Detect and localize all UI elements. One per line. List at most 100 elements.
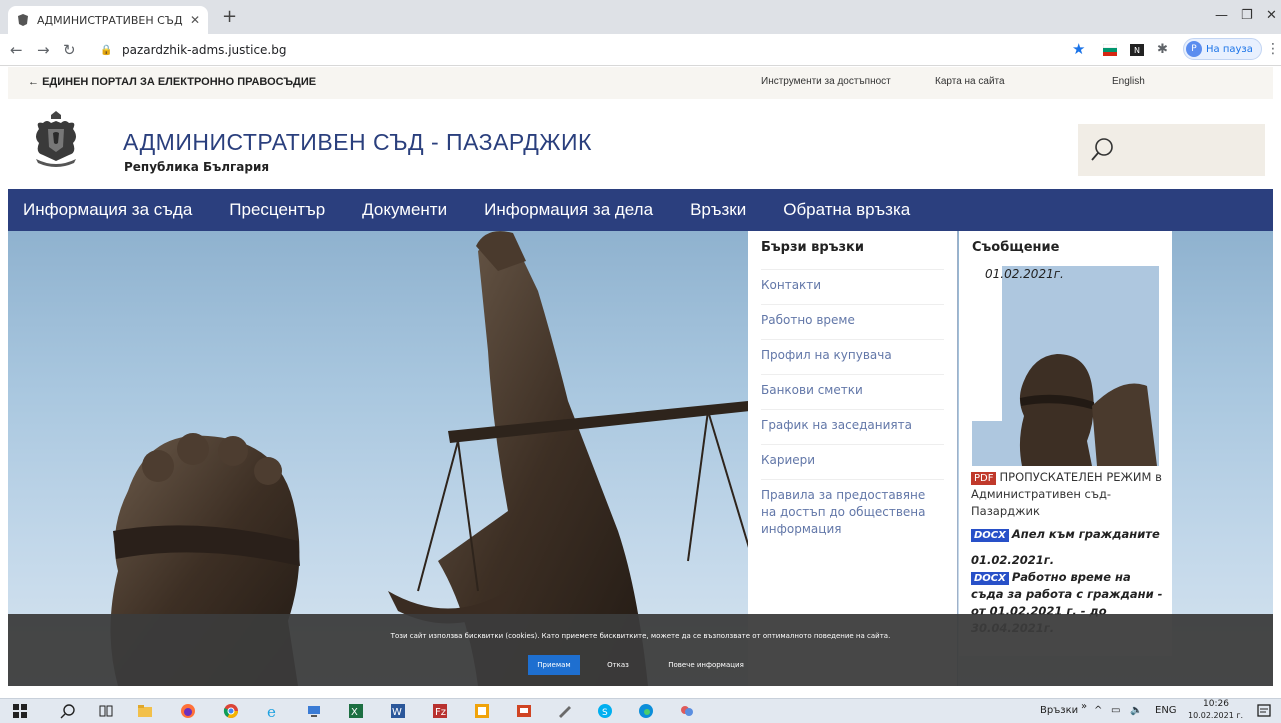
- forward-icon[interactable]: →: [37, 41, 50, 59]
- notice-statue-photo: [972, 266, 1159, 466]
- back-icon[interactable]: ←: [10, 41, 23, 59]
- file-explorer-icon[interactable]: [137, 703, 153, 719]
- windows-taskbar: e X W Fz S Връзки » ^ ▭ 🔈 ENG 10:26 10.0…: [0, 698, 1281, 723]
- quick-link-buyer-profile[interactable]: Профил на купувача: [761, 339, 944, 364]
- svg-text:X: X: [351, 707, 358, 718]
- nav-documents[interactable]: Документи: [362, 200, 447, 220]
- browser-toolbar: ← → ↻ 🔒 pazardzhik-adms.justice.bg ★ N ✱…: [0, 34, 1281, 66]
- nav-press-center[interactable]: Пресцентър: [229, 200, 325, 220]
- tab-title: АДМИНИСТРАТИВЕН СЪД ПАЗ: [37, 13, 186, 27]
- clock-time[interactable]: 10:26: [1203, 699, 1229, 709]
- address-bar[interactable]: 🔒 pazardzhik-adms.justice.bg: [100, 38, 1060, 62]
- restore-icon[interactable]: ❐: [1241, 8, 1253, 23]
- filezilla-icon[interactable]: Fz: [432, 703, 448, 719]
- lock-icon: 🔒: [100, 44, 113, 56]
- coat-of-arms-favicon-icon: [18, 14, 28, 26]
- svg-text:W: W: [392, 707, 402, 718]
- notice-title: Съобщение: [972, 240, 1060, 255]
- tray-chevron-icon[interactable]: ^: [1094, 705, 1102, 716]
- nav-feedback[interactable]: Обратна връзка: [783, 200, 910, 220]
- bulgarian-flag-extension-icon[interactable]: [1103, 44, 1117, 56]
- notice-item-2-text: Апел към гражданите: [1011, 527, 1160, 541]
- network-icon[interactable]: ▭: [1111, 705, 1120, 716]
- taskbar-search-icon[interactable]: [60, 703, 76, 719]
- court-title: АДМИНИСТРАТИВЕН СЪД - ПАЗАРДЖИК: [123, 129, 592, 155]
- notion-extension-icon[interactable]: N: [1130, 44, 1144, 56]
- docx-icon: DOCX: [971, 572, 1009, 585]
- sitemap-link[interactable]: Карта на сайта: [935, 76, 1005, 87]
- language-link[interactable]: English: [1112, 76, 1145, 87]
- firefox-icon[interactable]: [180, 703, 196, 719]
- accessibility-link[interactable]: Инструменти за достъпност: [761, 76, 891, 87]
- presentation-app-icon[interactable]: [516, 703, 532, 719]
- input-language[interactable]: ENG: [1155, 705, 1177, 716]
- main-navigation: Информация за съда Пресцентър Документи …: [8, 189, 1273, 231]
- quick-link-working-hours[interactable]: Работно време: [761, 304, 944, 329]
- cookie-more-info-button[interactable]: Повече информация: [656, 655, 756, 675]
- profile-button[interactable]: P На пауза: [1183, 38, 1262, 60]
- notice-date-1: 01.02.2021г.: [985, 267, 1064, 281]
- close-tab-icon[interactable]: ✕: [190, 13, 200, 27]
- notice-date-2: 01.02.2021г.: [971, 553, 1055, 567]
- notice-item-pass-regime[interactable]: PDF ПРОПУСКАТЕЛЕН РЕЖИМ в Административен…: [971, 469, 1166, 520]
- docx-icon: DOCX: [971, 529, 1009, 542]
- coat-of-arms-logo[interactable]: [31, 111, 81, 169]
- quick-link-public-info-rules[interactable]: Правила за предоставяне на достъп до общ…: [761, 479, 944, 538]
- nav-case-info[interactable]: Информация за дела: [484, 200, 653, 220]
- svg-text:e: e: [267, 703, 276, 719]
- extensions-puzzle-icon[interactable]: ✱: [1157, 42, 1168, 57]
- site-header: АДМИНИСТРАТИВЕН СЪД - ПАЗАРДЖИК Републик…: [8, 99, 1273, 189]
- browser-tab-strip: АДМИНИСТРАТИВЕН СЪД ПАЗ ✕ + — ❐ ✕: [0, 0, 1281, 34]
- windows-start-icon[interactable]: [12, 703, 28, 719]
- portal-link[interactable]: ← ЕДИНЕН ПОРТАЛ ЗА ЕЛЕКТРОННО ПРАВОСЪДИЕ: [28, 76, 316, 88]
- site-search-button[interactable]: [1078, 124, 1265, 176]
- cookie-consent-bar: Този сайт използва бисквитки (cookies). …: [8, 614, 1273, 686]
- browser-menu-icon[interactable]: ⋮: [1266, 41, 1280, 57]
- cookie-text: Този сайт използва бисквитки (cookies). …: [390, 632, 891, 640]
- edge-icon[interactable]: [638, 703, 654, 719]
- notice-panel: Съобщение 01.02.2021г. PDF ПРОПУСКАТЕЛЕН …: [959, 231, 1172, 656]
- new-tab-icon[interactable]: +: [222, 8, 237, 26]
- cookie-accept-button[interactable]: Приемам: [528, 655, 580, 675]
- minimize-icon[interactable]: —: [1215, 8, 1228, 23]
- task-view-icon[interactable]: [98, 703, 114, 719]
- volume-icon[interactable]: 🔈: [1130, 705, 1142, 716]
- portal-label: ЕДИНЕН ПОРТАЛ ЗА ЕЛЕКТРОННО ПРАВОСЪДИЕ: [42, 76, 317, 88]
- search-icon: [1091, 138, 1113, 161]
- notice-item-1-text: ПРОПУСКАТЕЛЕН РЕЖИМ в Административен съ…: [971, 470, 1162, 518]
- reload-icon[interactable]: ↻: [63, 41, 76, 59]
- nav-links[interactable]: Връзки: [690, 200, 746, 220]
- chrome-icon[interactable]: [223, 703, 239, 719]
- notifications-icon[interactable]: [1256, 703, 1272, 719]
- links-toolbar-label[interactable]: Връзки: [1040, 705, 1078, 716]
- svg-text:S: S: [602, 708, 608, 718]
- portal-top-bar: ← ЕДИНЕН ПОРТАЛ ЗА ЕЛЕКТРОННО ПРАВОСЪДИЕ…: [8, 67, 1273, 99]
- powerpoint-icon[interactable]: [474, 703, 490, 719]
- bookmark-star-icon[interactable]: ★: [1072, 40, 1085, 58]
- toolbar-expand-icon[interactable]: »: [1081, 701, 1087, 712]
- url-text: pazardzhik-adms.justice.bg: [122, 43, 287, 57]
- quick-link-careers[interactable]: Кариери: [761, 444, 944, 469]
- quick-link-bank-accounts[interactable]: Банкови сметки: [761, 374, 944, 399]
- quick-links-title: Бързи връзки: [761, 240, 864, 255]
- republic-subtitle: Република България: [124, 160, 270, 174]
- quick-link-hearing-schedule[interactable]: График на заседанията: [761, 409, 944, 434]
- word-icon[interactable]: W: [390, 703, 406, 719]
- skype-icon[interactable]: S: [597, 703, 613, 719]
- network-computer-icon[interactable]: [306, 703, 322, 719]
- window-close-icon[interactable]: ✕: [1266, 8, 1277, 23]
- cookie-decline-button[interactable]: Отказ: [598, 655, 638, 675]
- nav-court-info[interactable]: Информация за съда: [23, 200, 192, 220]
- profile-avatar: P: [1186, 41, 1202, 57]
- quick-link-contacts[interactable]: Контакти: [761, 269, 944, 294]
- paint-icon[interactable]: [557, 703, 573, 719]
- profile-status: На пауза: [1206, 43, 1253, 55]
- browser-tab[interactable]: АДМИНИСТРАТИВЕН СЪД ПАЗ ✕: [8, 6, 208, 34]
- clock-date[interactable]: 10.02.2021 г.: [1188, 711, 1243, 720]
- app-icon[interactable]: [679, 703, 695, 719]
- svg-text:Fz: Fz: [435, 707, 446, 718]
- excel-icon[interactable]: X: [348, 703, 364, 719]
- notice-item-appeal[interactable]: DOCX Апел към гражданите: [971, 526, 1166, 543]
- svg-text:N: N: [1134, 46, 1140, 55]
- internet-explorer-icon[interactable]: e: [265, 703, 281, 719]
